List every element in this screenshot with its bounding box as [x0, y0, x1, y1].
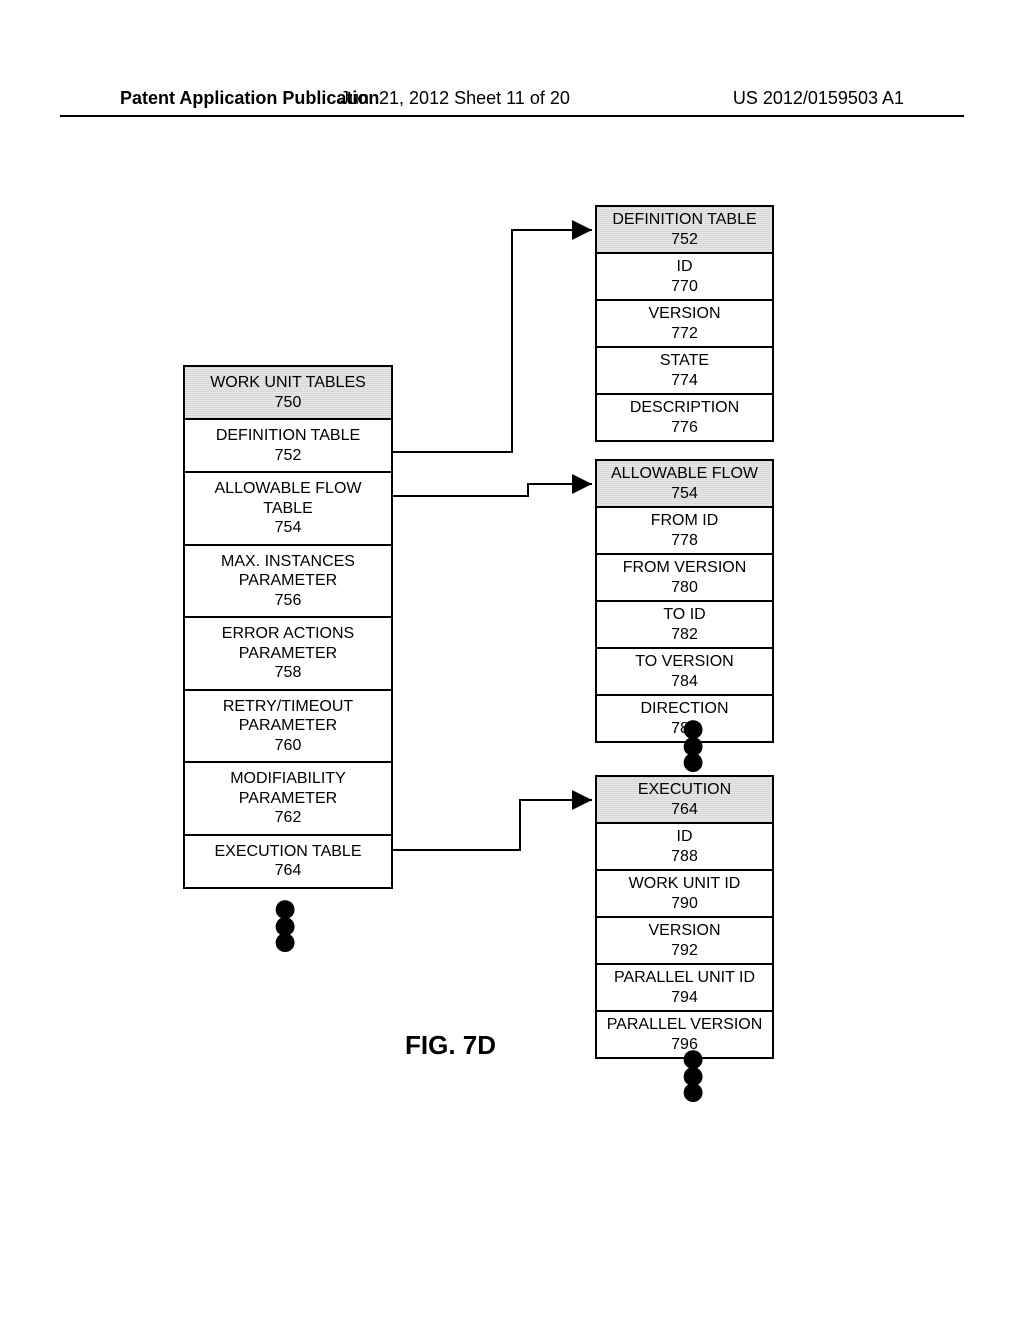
cell-text: TO VERSION: [601, 652, 768, 672]
wut-row: RETRY/TIMEOUT PARAMETER 760: [185, 691, 391, 764]
exec-header: EXECUTION 764: [597, 777, 772, 824]
cell-text: 758: [191, 663, 385, 683]
cell-text: FROM VERSION: [601, 558, 768, 578]
def-row: DESCRIPTION 776: [597, 395, 772, 440]
cell-text: 782: [601, 625, 768, 645]
page-header: Patent Application Publication Jun. 21, …: [0, 88, 1024, 109]
cell-text: ID: [601, 827, 768, 847]
cell-text: 788: [601, 847, 768, 867]
arrow-lines: [0, 190, 1024, 1190]
wut-header: WORK UNIT TABLES 750: [185, 367, 391, 420]
wut-row: EXECUTION TABLE 764: [185, 836, 391, 887]
cell-text: ALLOWABLE FLOW: [601, 464, 768, 484]
cell-text: PARAMETER: [191, 789, 385, 809]
figure-label: FIG. 7D: [405, 1030, 496, 1061]
wut-row: ALLOWABLE FLOW TABLE 754: [185, 473, 391, 546]
flow-row: FROM VERSION 780: [597, 555, 772, 602]
cell-text: 752: [601, 230, 768, 250]
execution-block: EXECUTION 764 ID 788 WORK UNIT ID 790 VE…: [595, 775, 774, 1059]
cell-text: 752: [191, 446, 385, 466]
work-unit-tables-block: WORK UNIT TABLES 750 DEFINITION TABLE 75…: [183, 365, 393, 889]
def-row: VERSION 772: [597, 301, 772, 348]
flow-row: TO VERSION 784: [597, 649, 772, 696]
cell-text: DEFINITION TABLE: [191, 426, 385, 446]
flow-header: ALLOWABLE FLOW 754: [597, 461, 772, 508]
def-row: STATE 774: [597, 348, 772, 395]
exec-row: WORK UNIT ID 790: [597, 871, 772, 918]
cell-text: FROM ID: [601, 511, 768, 531]
cell-text: MAX. INSTANCES: [191, 552, 385, 572]
cell-text: PARAMETER: [191, 644, 385, 664]
def-row: ID 770: [597, 254, 772, 301]
flow-row: TO ID 782: [597, 602, 772, 649]
wut-row: MAX. INSTANCES PARAMETER 756: [185, 546, 391, 619]
wut-row: DEFINITION TABLE 752: [185, 420, 391, 473]
cell-text: TO ID: [601, 605, 768, 625]
cell-text: RETRY/TIMEOUT: [191, 697, 385, 717]
cell-text: 756: [191, 591, 385, 611]
cell-text: 764: [191, 861, 385, 881]
cell-text: 772: [601, 324, 768, 344]
cell-text: 774: [601, 371, 768, 391]
cell-text: DESCRIPTION: [601, 398, 768, 418]
cell-text: 762: [191, 808, 385, 828]
wut-row: MODIFIABILITY PARAMETER 762: [185, 763, 391, 836]
ellipsis-icon: ●●●: [678, 1050, 708, 1100]
pub-number: US 2012/0159503 A1: [733, 88, 904, 109]
definition-table-block: DEFINITION TABLE 752 ID 770 VERSION 772 …: [595, 205, 774, 442]
ellipsis-icon: ●●●: [678, 720, 708, 770]
wut-number: 750: [191, 393, 385, 413]
cell-text: MODIFIABILITY: [191, 769, 385, 789]
cell-text: 760: [191, 736, 385, 756]
allowable-flow-block: ALLOWABLE FLOW 754 FROM ID 778 FROM VERS…: [595, 459, 774, 743]
flow-row: FROM ID 778: [597, 508, 772, 555]
wut-title: WORK UNIT TABLES: [191, 373, 385, 393]
cell-text: TABLE: [191, 499, 385, 519]
cell-text: 794: [601, 988, 768, 1008]
cell-text: PARAMETER: [191, 716, 385, 736]
wut-row: ERROR ACTIONS PARAMETER 758: [185, 618, 391, 691]
cell-text: ERROR ACTIONS: [191, 624, 385, 644]
cell-text: 790: [601, 894, 768, 914]
cell-text: 754: [191, 518, 385, 538]
cell-text: 780: [601, 578, 768, 598]
cell-text: WORK UNIT ID: [601, 874, 768, 894]
cell-text: 754: [601, 484, 768, 504]
cell-text: 784: [601, 672, 768, 692]
cell-text: VERSION: [601, 304, 768, 324]
cell-text: 778: [601, 531, 768, 551]
cell-text: STATE: [601, 351, 768, 371]
cell-text: PARALLEL UNIT ID: [601, 968, 768, 988]
exec-row: PARALLEL UNIT ID 794: [597, 965, 772, 1012]
cell-text: PARALLEL VERSION: [601, 1015, 768, 1035]
cell-text: VERSION: [601, 921, 768, 941]
cell-text: EXECUTION: [601, 780, 768, 800]
def-header: DEFINITION TABLE 752: [597, 207, 772, 254]
ellipsis-icon: ●●●: [270, 900, 300, 950]
cell-text: ID: [601, 257, 768, 277]
cell-text: PARAMETER: [191, 571, 385, 591]
cell-text: EXECUTION TABLE: [191, 842, 385, 862]
exec-row: ID 788: [597, 824, 772, 871]
date-sheet: Jun. 21, 2012 Sheet 11 of 20: [340, 88, 570, 109]
cell-text: 792: [601, 941, 768, 961]
cell-text: 764: [601, 800, 768, 820]
cell-text: 770: [601, 277, 768, 297]
cell-text: DEFINITION TABLE: [601, 210, 768, 230]
header-rule: [60, 115, 964, 117]
exec-row: VERSION 792: [597, 918, 772, 965]
cell-text: ALLOWABLE FLOW: [191, 479, 385, 499]
figure-canvas: WORK UNIT TABLES 750 DEFINITION TABLE 75…: [0, 190, 1024, 1320]
cell-text: 776: [601, 418, 768, 438]
